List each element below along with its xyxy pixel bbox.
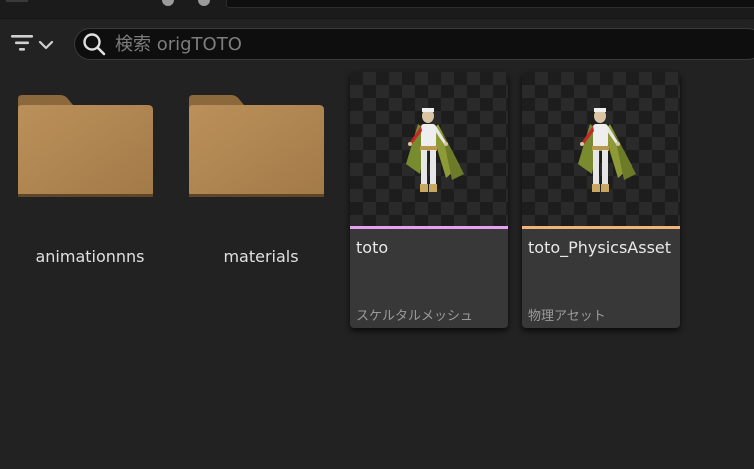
asset-type-label: スケルタルメッシュ [356, 309, 474, 324]
folder-item-materials[interactable]: materials [186, 83, 336, 266]
asset-card-toto[interactable]: toto スケルタルメッシュ [350, 72, 508, 328]
asset-type-color-bar [350, 226, 508, 229]
folder-label: animationnns [35, 247, 145, 266]
asset-card-toto-physicsasset[interactable]: toto_PhysicsAsset 物理アセット [522, 72, 680, 328]
asset-name: toto [356, 238, 389, 257]
top-toolbar-strip [0, 0, 754, 19]
folder-icon [186, 83, 336, 207]
menu-stub[interactable] [6, 0, 28, 2]
filter-icon [10, 32, 36, 58]
character-model-icon [406, 108, 464, 192]
nav-back-icon[interactable] [162, 0, 174, 6]
asset-type-label: 物理アセット [528, 309, 606, 324]
search-box[interactable] [74, 28, 754, 60]
asset-name: toto_PhysicsAsset [528, 238, 672, 257]
nav-forward-icon[interactable] [198, 0, 210, 6]
folder-label: materials [223, 247, 299, 266]
search-input[interactable] [115, 33, 754, 55]
asset-thumbnail [350, 72, 508, 226]
folder-item-animationnns[interactable]: animationnns [15, 83, 165, 266]
asset-thumbnail [522, 72, 680, 226]
search-icon [81, 31, 107, 57]
filter-button[interactable] [10, 32, 62, 58]
asset-type-color-bar [522, 226, 680, 229]
folder-icon [15, 83, 165, 207]
character-model-icon [578, 108, 636, 192]
path-field[interactable] [226, 0, 754, 8]
chevron-down-icon [38, 36, 54, 55]
